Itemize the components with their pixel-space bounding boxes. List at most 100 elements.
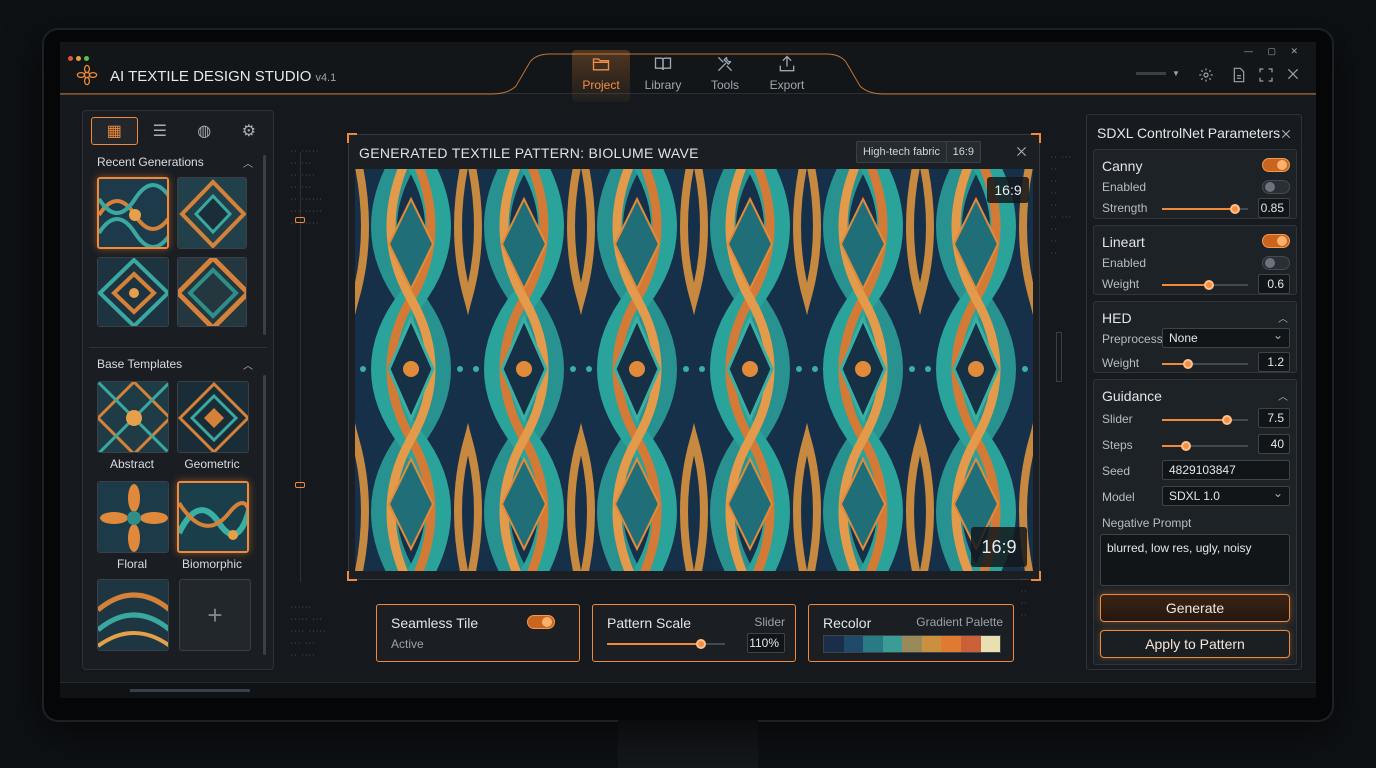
lineart-weight-knob[interactable] [1204, 280, 1215, 290]
template-5[interactable] [97, 579, 169, 651]
steps-value[interactable]: 40 [1258, 434, 1290, 454]
palette-swatch[interactable] [902, 636, 922, 652]
palette-swatch[interactable] [843, 636, 864, 652]
viewer-corner [347, 133, 357, 143]
tools-icon [717, 56, 733, 72]
fabric-chip[interactable]: High-tech fabric [855, 141, 947, 163]
guidance-value[interactable]: 7.5 [1258, 408, 1290, 428]
model-select[interactable]: SDXL 1.0 [1162, 484, 1290, 506]
export-icon [779, 55, 795, 72]
right-scroll-thumb[interactable] [1056, 332, 1062, 382]
tab-grid[interactable]: ▦ [91, 117, 138, 145]
gradient-palette[interactable] [823, 635, 1001, 653]
palette-swatch[interactable] [863, 636, 883, 652]
recent-generations-title: Recent Generations [97, 155, 204, 169]
lineart-enabled-toggle[interactable] [1262, 256, 1290, 270]
steps-slider[interactable] [1162, 441, 1248, 451]
ratio-chip[interactable]: 16:9 [945, 141, 981, 163]
palette-swatch[interactable] [882, 636, 903, 652]
nav-project-label: Project [582, 78, 620, 92]
tab-layers[interactable]: ☰ [138, 117, 183, 145]
abstract-pattern-thumbnail [98, 382, 168, 452]
gear-icon[interactable] [1198, 67, 1214, 83]
recent-scrollbar[interactable] [263, 155, 266, 335]
canny-strength-fill [1162, 208, 1236, 210]
recent-thumb-2[interactable] [177, 177, 247, 249]
apply-to-pattern-button[interactable]: Apply to Pattern [1100, 630, 1290, 658]
close-icon[interactable] [1286, 67, 1300, 81]
close-panel-icon[interactable] [1281, 129, 1291, 139]
pattern-thumbnail [178, 258, 246, 326]
window-controls[interactable]: — ▢ ✕ [1244, 46, 1304, 57]
hed-weight-knob[interactable] [1182, 359, 1193, 369]
template-floral[interactable] [97, 481, 169, 553]
status-progress [130, 689, 250, 692]
lineart-title: Lineart [1102, 234, 1145, 250]
add-template-button[interactable]: + [179, 579, 251, 651]
hed-card: HED ︿ Preprocess None Weight 1.2 [1093, 301, 1297, 373]
seamless-tile-title: Seamless Tile [391, 615, 479, 631]
template-geometric[interactable] [177, 381, 249, 453]
nav-library[interactable]: Library [632, 54, 694, 92]
hed-title: HED [1102, 310, 1132, 326]
pattern-scale-panel: Pattern Scale Slider 110% [592, 604, 796, 662]
viewer-corner [347, 571, 357, 581]
lineart-weight-slider[interactable] [1162, 280, 1248, 290]
hed-preprocess-select[interactable]: None [1162, 326, 1290, 348]
canny-strength-value[interactable]: 0.85 [1258, 198, 1290, 218]
palette-swatch[interactable] [921, 636, 942, 652]
close-viewer-icon[interactable] [1016, 146, 1027, 157]
seed-label: Seed [1102, 464, 1131, 478]
dropdown-caret-icon[interactable]: ▼ [1172, 69, 1180, 78]
palette-swatch[interactable] [980, 636, 1001, 652]
template-abstract[interactable] [97, 381, 169, 453]
guidance-knob[interactable] [1221, 415, 1232, 425]
fullscreen-icon[interactable] [1258, 67, 1274, 83]
document-icon[interactable] [1232, 67, 1246, 83]
guidance-slider[interactable] [1162, 415, 1248, 425]
canny-strength-knob[interactable] [1230, 204, 1241, 214]
hed-weight-slider[interactable] [1162, 359, 1248, 369]
recent-thumb-3[interactable] [97, 257, 169, 327]
textile-pattern-image[interactable] [355, 169, 1033, 571]
collapse-templates-icon[interactable]: ︿ [243, 357, 253, 372]
tab-palette[interactable]: ◍ [182, 117, 227, 145]
lineart-card: Lineart Enabled Weight 0.6 [1093, 225, 1297, 295]
collapse-hed-icon[interactable]: ︿ [1278, 310, 1288, 325]
hed-weight-value[interactable]: 1.2 [1258, 352, 1290, 372]
pattern-scale-value[interactable]: 110% [747, 633, 785, 653]
lineart-toggle[interactable] [1262, 234, 1290, 248]
recent-thumb-4[interactable] [177, 257, 247, 327]
ruler-marker-1[interactable] [295, 217, 305, 223]
palette-swatch[interactable] [960, 636, 981, 652]
collapse-recent-icon[interactable]: ︿ [243, 155, 253, 170]
title-bar: AI TEXTILE DESIGN STUDIO v4.1 Project Lib… [60, 42, 1316, 102]
collapse-guidance-icon[interactable]: ︿ [1278, 388, 1288, 403]
app-window: AI TEXTILE DESIGN STUDIO v4.1 Project Lib… [60, 42, 1316, 698]
canny-enabled-toggle[interactable] [1262, 180, 1290, 194]
nav-tools[interactable]: Tools [694, 54, 756, 92]
nav-export[interactable]: Export [756, 54, 818, 92]
pattern-scale-knob[interactable] [696, 639, 707, 649]
canny-strength-slider[interactable] [1162, 204, 1248, 214]
template-biomorphic[interactable] [177, 481, 249, 553]
divider [89, 347, 267, 348]
lineart-weight-value[interactable]: 0.6 [1258, 274, 1290, 294]
generate-button[interactable]: Generate [1100, 594, 1290, 622]
negative-prompt-input[interactable]: blurred, low res, ugly, noisy [1100, 534, 1290, 586]
palette-swatch[interactable] [824, 636, 844, 652]
templates-scrollbar[interactable] [263, 375, 266, 655]
guidance-fill [1162, 419, 1227, 421]
recent-thumb-1[interactable] [97, 177, 169, 249]
pattern-scale-slider[interactable] [607, 639, 725, 649]
tab-settings[interactable]: ⚙ [227, 117, 272, 145]
nav-project[interactable]: Project [570, 54, 632, 92]
canny-toggle[interactable] [1262, 158, 1290, 172]
book-icon [654, 57, 672, 70]
seamless-tile-toggle[interactable] [527, 615, 555, 629]
palette-swatch[interactable] [941, 636, 961, 652]
seed-input[interactable]: 4829103847 [1162, 460, 1290, 480]
ruler-marker-2[interactable] [295, 482, 305, 488]
canny-card: Canny Enabled Strength 0.85 [1093, 149, 1297, 219]
steps-knob[interactable] [1181, 441, 1192, 451]
